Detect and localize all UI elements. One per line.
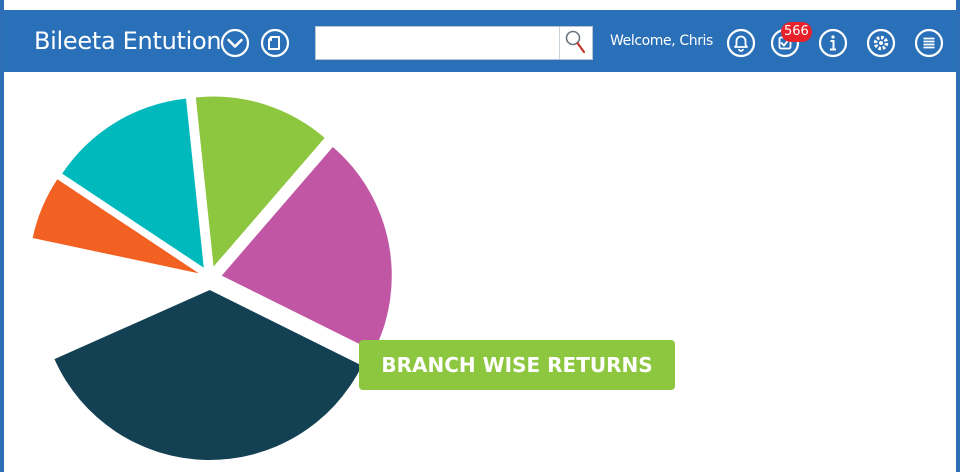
app-title: Bileeta Entution [34,27,222,55]
search-icon [565,30,586,54]
app-window: Bileeta Entution Welcome, Chris 566 BRAN… [0,0,960,472]
document-icon[interactable] [260,28,290,58]
info-icon[interactable] [818,28,848,58]
welcome-text: Welcome, Chris [610,33,713,49]
top-bar: Bileeta Entution Welcome, Chris 566 [4,10,956,72]
notification-badge[interactable]: 566 [781,22,812,42]
gear-icon[interactable] [866,28,896,58]
chart-area: BRANCH WISE RETURNS [4,72,956,472]
search-input[interactable] [316,27,560,59]
search-button[interactable] [559,27,592,59]
pie-chart [32,96,392,460]
search-box [315,26,593,60]
chart-title: BRANCH WISE RETURNS [359,340,675,390]
chevron-down-icon[interactable] [220,28,250,58]
bell-icon[interactable] [726,28,756,58]
menu-icon[interactable] [914,28,944,58]
